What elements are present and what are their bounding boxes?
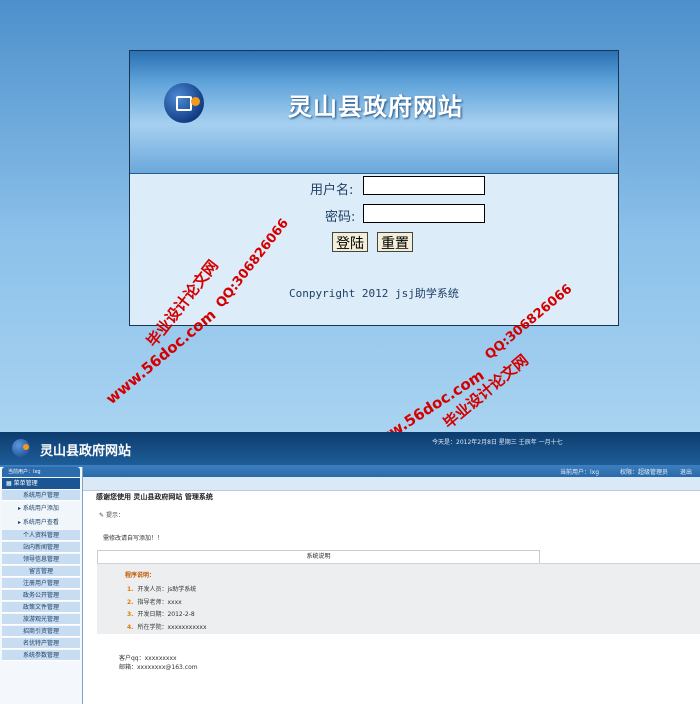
sidebar-item[interactable]: 领导信息管理 — [2, 554, 80, 565]
sidebar-item[interactable]: 政策文件管理 — [2, 602, 80, 613]
admin-logo-icon — [12, 439, 30, 457]
sidebar-item[interactable]: 政务公开管理 — [2, 590, 80, 601]
sidebar-item[interactable]: 站内新闻管理 — [2, 542, 80, 553]
sidebar-item-label: 系统用户添加 — [22, 505, 59, 512]
current-user: 当前用户：lxg — [560, 469, 600, 476]
sidebar-item[interactable]: 名优特产管理 — [2, 638, 80, 649]
info-row-number: 3. — [127, 611, 134, 618]
admin-subbar — [0, 477, 700, 491]
sidebar-item[interactable]: ▸ 系统用户添加 — [2, 502, 80, 515]
sidebar-item[interactable]: 系统参数管理 — [2, 650, 80, 661]
admin-screen: 灵山县政府网站 今天是：2012年2月8日 星期三 壬辰年 一月十七 当前用户：… — [0, 432, 700, 704]
copyright-text: Conpyright 2012 jsj助学系统 — [289, 287, 459, 300]
tip-label: ✎ 提示： — [99, 512, 124, 519]
sidebar-item[interactable]: ▸ 系统用户查看 — [2, 516, 80, 529]
login-banner: 灵山县政府网站 — [130, 51, 618, 174]
sidebar-item[interactable]: 注册用户管理 — [2, 578, 80, 589]
logout-link[interactable]: 退出 — [680, 467, 692, 476]
reset-button[interactable]: 重置 — [377, 232, 413, 252]
info-row: 4. 所在学院：xxxxxxxxxxx — [127, 622, 207, 631]
info-row-text: 开发日期：2012-2-8 — [137, 611, 195, 618]
username-label: 用户名: — [310, 183, 354, 198]
sidebar-menu-head[interactable]: ▦ 菜单管理 — [2, 478, 80, 489]
password-label: 密码: — [325, 210, 356, 225]
program-info-box: 程序说明： 1. 开发人员：js助学系统 2. 指导老师：xxxx 3. 开发日期：201… — [97, 563, 700, 634]
info-row-text: 开发人员：js助学系统 — [137, 586, 197, 593]
sidebar-item[interactable]: 系统用户管理 — [2, 490, 80, 501]
tip-text: 提示： — [105, 512, 124, 519]
sidebar-item[interactable]: 旅游观光管理 — [2, 614, 80, 625]
menu-head-label: 菜单管理 — [13, 480, 38, 487]
welcome-heading: 感谢您使用 灵山县政府网站 管理系统 — [96, 493, 213, 501]
sidebar-user-line: 当前用户：lxg — [2, 467, 80, 477]
site-logo-icon — [164, 83, 204, 123]
password-input[interactable] — [363, 204, 485, 223]
info-row-number: 4. — [127, 623, 134, 631]
info-row-text: 指导老师：xxxx — [137, 598, 182, 606]
info-row: 3. 开发日期：2012-2-8 — [127, 609, 195, 618]
info-row-number: 1. — [127, 586, 134, 593]
login-screen: 灵山县政府网站 用户名: 密码: 登陆 重置 Conpyright 2012 j… — [0, 0, 700, 432]
info-row-text: 所在学院：xxxxxxxxxxx — [137, 623, 207, 631]
contact-qq: 客户qq：xxxxxxxxx — [119, 655, 177, 662]
permission-text: 权限：超级管理员 — [620, 469, 669, 476]
admin-site-title: 灵山县政府网站 — [40, 444, 132, 459]
info-row: 2. 指导老师：xxxx — [127, 597, 182, 606]
program-heading: 程序说明： — [125, 572, 156, 579]
login-site-title: 灵山县政府网站 — [288, 92, 463, 121]
info-row-number: 2. — [127, 598, 134, 606]
info-row: 1. 开发人员：js助学系统 — [127, 584, 196, 593]
sidebar: 当前用户：lxg ▦ 菜单管理 系统用户管理 ▸ 系统用户添加 ▸ 系统用户查看 个人… — [0, 467, 83, 704]
sidebar-item[interactable]: 留言管理 — [2, 566, 80, 577]
contact-email: 邮箱：xxxxxxxx@163.com — [119, 664, 198, 671]
system-description-heading: 系统说明 — [97, 550, 540, 564]
username-input[interactable] — [363, 176, 485, 195]
note-text: 需修改请自写添加！！ — [103, 535, 164, 542]
sidebar-item-label: 系统用户查看 — [22, 519, 59, 526]
admin-user-bar: 当前用户：lxg 权限：超级管理员 退出 — [0, 465, 700, 477]
date-line: 今天是：2012年2月8日 星期三 壬辰年 一月十七 — [432, 439, 563, 446]
login-button[interactable]: 登陆 — [332, 232, 368, 252]
sidebar-item[interactable]: 招商引资管理 — [2, 626, 80, 637]
admin-header: 灵山县政府网站 今天是：2012年2月8日 星期三 壬辰年 一月十七 — [0, 432, 700, 465]
sidebar-item[interactable]: 个人资料管理 — [2, 530, 80, 541]
